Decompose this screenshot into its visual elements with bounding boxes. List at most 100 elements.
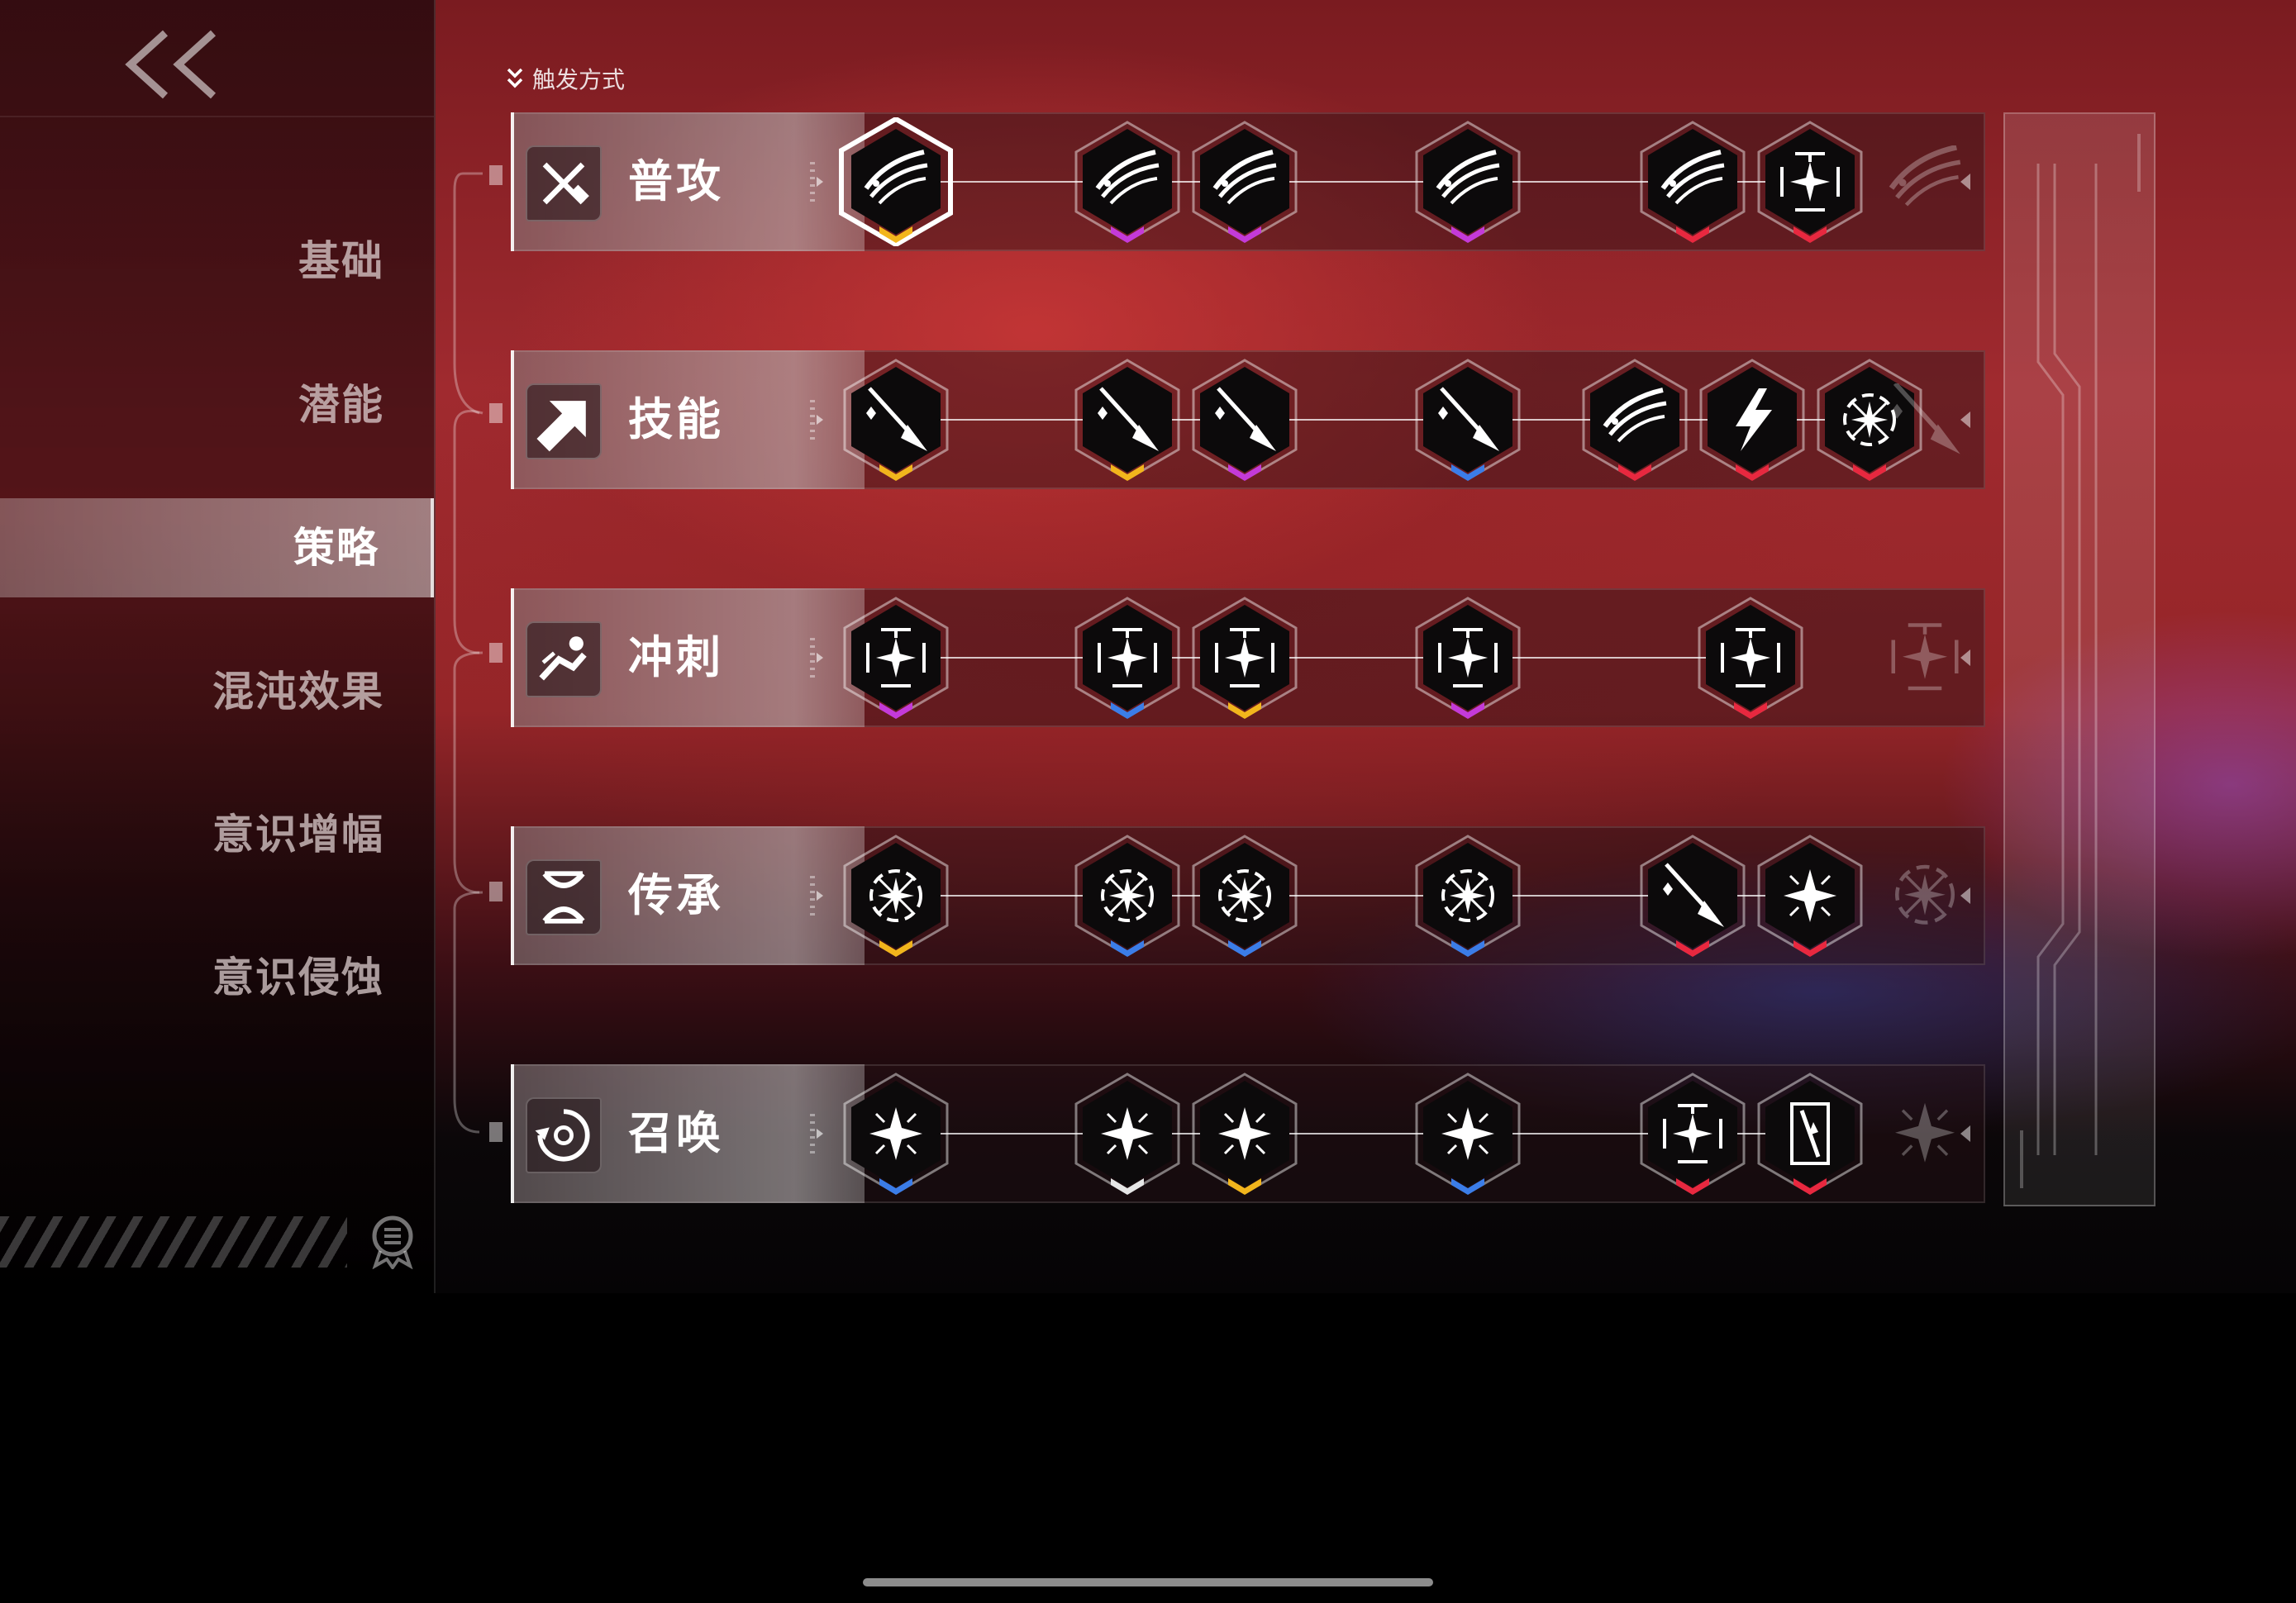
strategy-node[interactable] (1069, 831, 1185, 960)
row-label-dash[interactable]: 冲刺 (511, 588, 865, 727)
star-icon (1415, 1073, 1521, 1195)
strategy-node[interactable] (1069, 1069, 1185, 1198)
slash-icon (839, 117, 953, 246)
tick-marks (810, 400, 815, 441)
crosshair-icon (1640, 1073, 1746, 1195)
star-icon-glyph (1218, 1107, 1271, 1160)
star-icon (1757, 835, 1863, 957)
sidebar: 基础 潜能 策略 混沌效果 意识增幅 意识侵蚀 (0, 0, 436, 1293)
tick-marks (810, 876, 815, 917)
side-decor-panel (2003, 112, 2155, 1206)
strategy-node[interactable] (838, 355, 954, 484)
sidebar-item-consciousness-boost[interactable]: 意识增幅 (0, 785, 384, 884)
strategy-node[interactable] (838, 1069, 954, 1198)
star-icon (1074, 1073, 1180, 1195)
summon-icon (526, 1097, 602, 1173)
sidebar-item-strategy[interactable]: 策略 (0, 498, 434, 597)
crosshair-icon (1415, 597, 1521, 719)
star-icon-glyph (1101, 1107, 1154, 1160)
strategy-node[interactable] (1752, 1069, 1868, 1198)
strategy-node[interactable] (1187, 1069, 1303, 1198)
sidebar-item-potential[interactable]: 潜能 (0, 355, 384, 454)
row-end-arrow-icon (1960, 649, 1970, 666)
trigger-method-header[interactable]: 触发方式 (506, 62, 625, 95)
strategy-node[interactable] (1410, 355, 1526, 484)
spear-icon (843, 359, 949, 481)
dna-icon (526, 859, 602, 935)
row-end-arrow-icon (1960, 411, 1970, 428)
row-connector-line (896, 657, 1751, 659)
help-icon[interactable] (369, 1215, 417, 1271)
tick-marks (810, 638, 815, 679)
crosshair-icon (1074, 597, 1180, 719)
crossed-swords-icon (526, 145, 602, 221)
row-label-inheritance[interactable]: 传承 (511, 826, 865, 965)
strategy-node[interactable] (1069, 593, 1185, 722)
strategy-node[interactable] (1410, 117, 1526, 246)
row-inheritance: 传承 (511, 826, 1985, 965)
spear-icon (1415, 359, 1521, 481)
row-label-skill[interactable]: 技能 (511, 350, 865, 489)
row-end-arrow-icon (1960, 887, 1970, 904)
crosshair-icon (1698, 597, 1803, 719)
row-connector-tree (453, 165, 503, 1142)
arrow-tip-icon (817, 1129, 823, 1139)
decorative-stripes (0, 1216, 347, 1268)
strategy-node[interactable] (1187, 593, 1303, 722)
home-indicator[interactable] (863, 1578, 1433, 1586)
star-icon-glyph (1784, 869, 1836, 922)
double-chevron-down-icon (507, 68, 523, 88)
strategy-node[interactable] (1635, 831, 1751, 960)
strategy-node[interactable] (1069, 355, 1185, 484)
burst-icon (1074, 835, 1180, 957)
row-label-summon[interactable]: 召唤 (511, 1064, 865, 1203)
star-icon-glyph (1441, 1107, 1494, 1160)
strategy-node[interactable] (1410, 1069, 1526, 1198)
tick-marks (810, 1114, 815, 1155)
strategy-node[interactable] (1410, 593, 1526, 722)
sidebar-item-chaos-effects[interactable]: 混沌效果 (0, 642, 384, 741)
strategy-node[interactable] (1635, 117, 1751, 246)
double-chevron-left-icon (125, 30, 217, 99)
sidebar-item-basics[interactable]: 基础 (0, 212, 384, 311)
strategy-node[interactable] (838, 593, 954, 722)
slash-icon (1415, 121, 1521, 243)
row-label-normal-attack[interactable]: 普攻 (511, 112, 865, 251)
burst-icon-glyph (1843, 393, 1896, 446)
strategy-node[interactable] (1187, 117, 1303, 246)
strategy-node[interactable] (1187, 831, 1303, 960)
row-title: 普攻 (628, 155, 724, 207)
strategy-node[interactable] (1069, 117, 1185, 246)
crosshair-icon (1192, 597, 1298, 719)
strategy-node[interactable] (1635, 1069, 1751, 1198)
strategy-node[interactable] (1577, 355, 1693, 484)
burst-icon (1415, 835, 1521, 957)
star-icon-glyph (869, 1107, 922, 1160)
strategy-node[interactable] (1694, 355, 1810, 484)
lightning-icon (1699, 359, 1805, 481)
row-dash: 冲刺 (511, 588, 1985, 727)
help-badge-icon (372, 1215, 413, 1271)
trigger-method-label: 触发方式 (532, 66, 626, 93)
arrow-tip-icon (817, 653, 823, 663)
strategy-node[interactable] (1187, 355, 1303, 484)
burst-icon-glyph (869, 869, 922, 922)
strategy-node[interactable] (838, 831, 954, 960)
strategy-node[interactable] (1752, 117, 1868, 246)
burst-icon (843, 835, 949, 957)
back-button[interactable] (116, 23, 231, 106)
row-title: 技能 (628, 393, 724, 445)
star-icon (843, 1073, 949, 1195)
dash-icon (526, 621, 602, 697)
row-normal-attack: 普攻 (511, 112, 1985, 251)
sidebar-item-consciousness-erosion[interactable]: 意识侵蚀 (0, 928, 384, 1027)
strategy-node[interactable] (1410, 831, 1526, 960)
pillar-icon (1757, 1073, 1863, 1195)
arrow-tip-icon (817, 177, 823, 187)
strategy-node[interactable] (838, 117, 954, 246)
tick-marks (810, 162, 815, 203)
strategy-node[interactable] (1693, 593, 1808, 722)
arrow-up-right-icon (526, 383, 602, 459)
strategy-node[interactable] (1752, 831, 1868, 960)
burst-icon (1192, 835, 1298, 957)
